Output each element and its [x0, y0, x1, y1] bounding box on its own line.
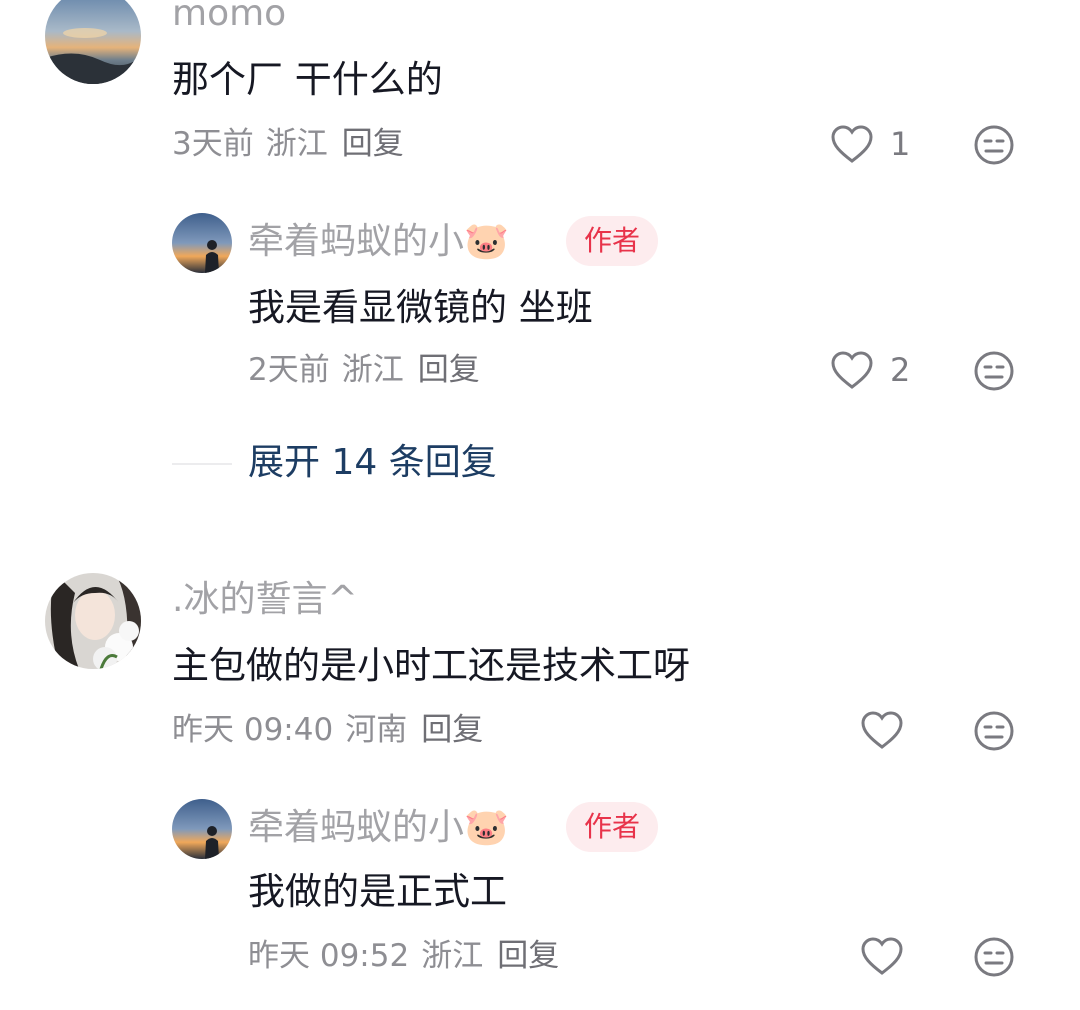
meh-face-icon [974, 711, 1014, 751]
dislike-button[interactable] [973, 710, 1015, 752]
comment-text: 主包做的是小时工还是技术工呀 [172, 644, 690, 687]
reply-avatar[interactable] [172, 799, 232, 859]
pig-emoji-icon: 🐷 [464, 807, 509, 848]
comment-time: 昨天 09:40 [172, 712, 334, 748]
reply-button[interactable]: 回复 [342, 126, 404, 162]
avatar[interactable] [45, 0, 141, 84]
reply-button[interactable]: 回复 [418, 352, 480, 388]
sunset-sky-avatar [45, 0, 141, 84]
comment-username[interactable]: momo [172, 0, 286, 36]
comment-username[interactable]: .冰的誓言^ [172, 578, 358, 622]
meh-face-icon [974, 937, 1014, 977]
heart-icon [831, 351, 873, 389]
comment-time: 3天前 [172, 126, 254, 162]
comment-text: 那个厂 干什么的 [172, 58, 443, 101]
reply-text: 我做的是正式工 [248, 870, 507, 913]
like-button[interactable] [830, 350, 874, 390]
heart-icon [861, 711, 903, 749]
like-button[interactable] [830, 124, 874, 164]
reply-meta: 2天前 浙江 回复 [248, 350, 480, 390]
author-badge: 作者 [566, 216, 659, 266]
meh-face-icon [974, 125, 1014, 165]
reply-button[interactable]: 回复 [421, 712, 483, 748]
meh-face-icon [974, 351, 1014, 391]
comment-location: 浙江 [265, 126, 328, 162]
like-button[interactable] [860, 936, 904, 976]
dislike-button[interactable] [973, 936, 1015, 978]
like-count: 2 [890, 351, 911, 389]
like-count: 1 [890, 125, 911, 163]
expand-divider [172, 463, 232, 465]
reply-username[interactable]: 牵着蚂蚁的小🐷 [248, 806, 509, 850]
pig-emoji-icon: 🐷 [464, 221, 509, 262]
dislike-button[interactable] [973, 350, 1015, 392]
silhouette-sunset-avatar [172, 799, 232, 859]
reply-time: 昨天 09:52 [248, 938, 410, 974]
reply-avatar[interactable] [172, 213, 232, 273]
heart-icon [861, 937, 903, 975]
expand-replies-button[interactable]: 展开 14 条回复 [248, 440, 497, 486]
comment-location: 河南 [345, 712, 408, 748]
like-button[interactable] [860, 710, 904, 750]
author-badge: 作者 [566, 802, 659, 852]
girl-with-flowers-avatar [45, 573, 141, 669]
reply-location: 浙江 [421, 938, 484, 974]
reply-username[interactable]: 牵着蚂蚁的小🐷 [248, 220, 509, 264]
reply-time: 2天前 [248, 352, 330, 388]
comment-meta: 3天前 浙江 回复 [172, 124, 404, 164]
reply-text: 我是看显微镜的 坐班 [248, 286, 593, 329]
dislike-button[interactable] [973, 124, 1015, 166]
reply-button[interactable]: 回复 [497, 938, 559, 974]
comment-meta: 昨天 09:40 河南 回复 [172, 710, 483, 750]
reply-meta: 昨天 09:52 浙江 回复 [248, 936, 559, 976]
heart-icon [831, 125, 873, 163]
reply-location: 浙江 [341, 352, 404, 388]
silhouette-sunset-avatar [172, 213, 232, 273]
avatar[interactable] [45, 573, 141, 669]
